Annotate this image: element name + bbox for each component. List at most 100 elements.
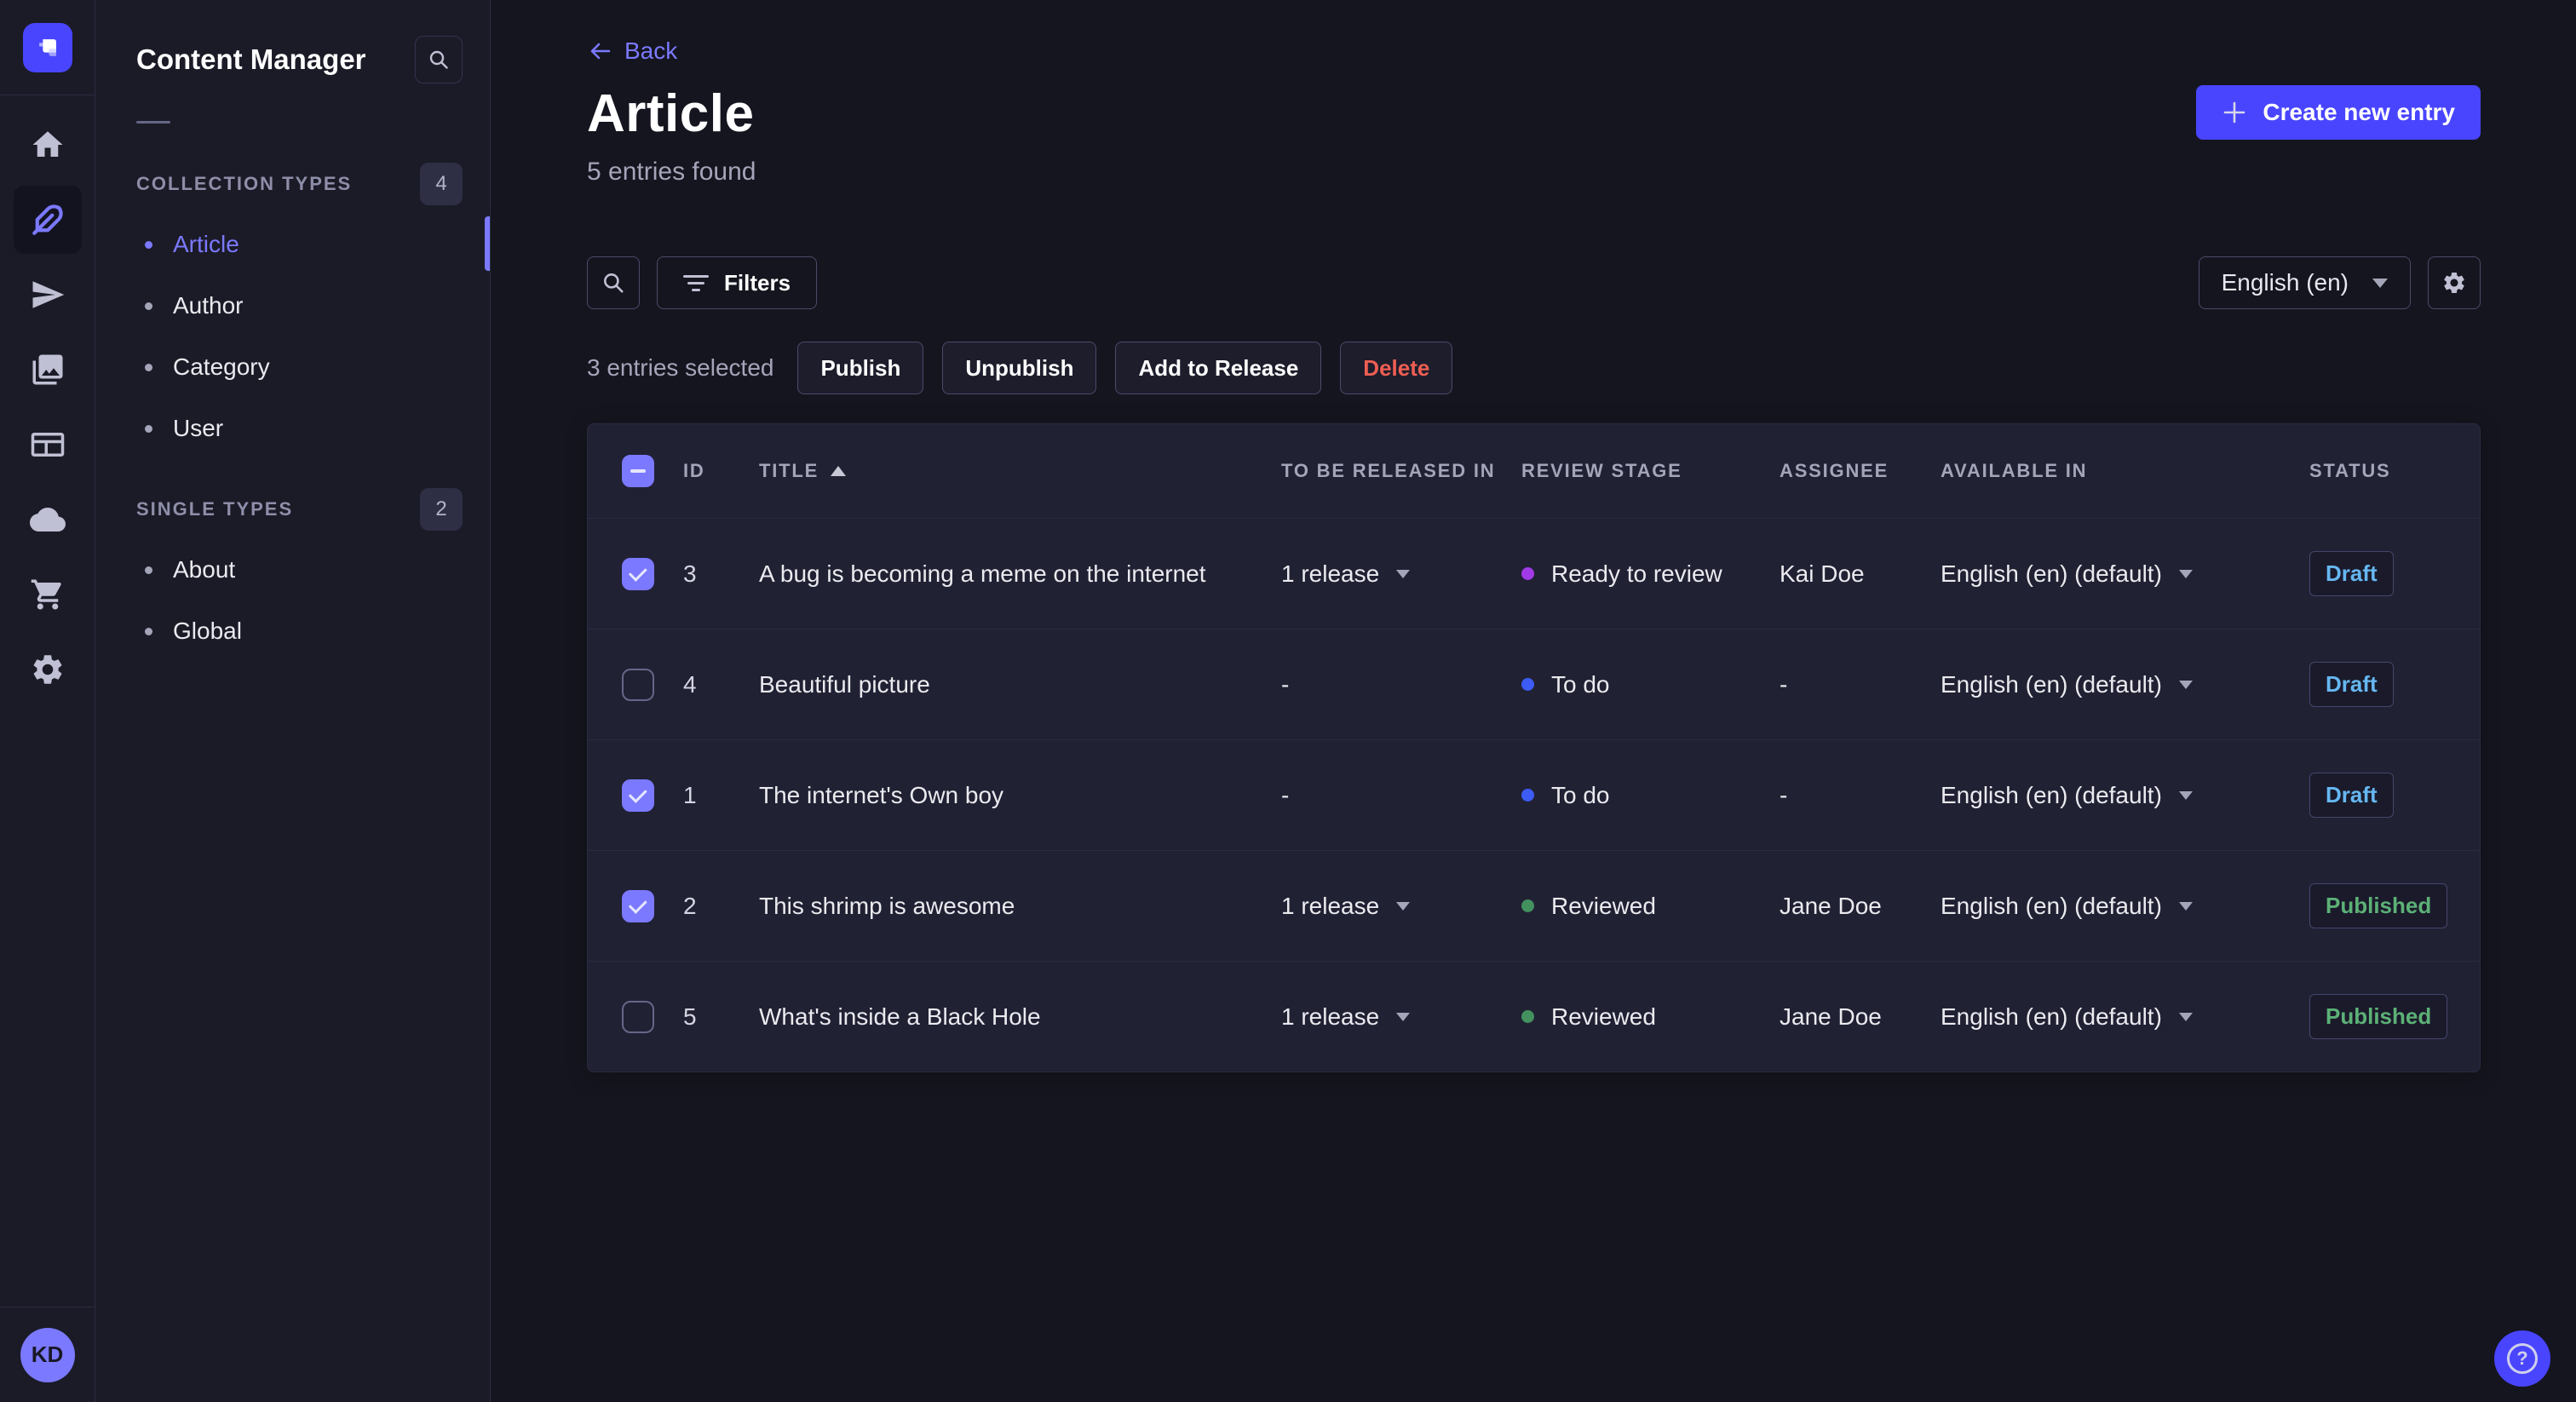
back-link[interactable]: Back bbox=[587, 37, 677, 65]
table-row[interactable]: 2 This shrimp is awesome 1 release Revie… bbox=[588, 850, 2480, 961]
status-badge: Draft bbox=[2309, 662, 2394, 707]
content-type-builder-icon[interactable] bbox=[14, 411, 82, 479]
table-row[interactable]: 5 What's inside a Black Hole 1 release R… bbox=[588, 961, 2480, 1072]
review-stage-dot bbox=[1521, 567, 1534, 580]
chevron-down-icon bbox=[2178, 680, 2193, 689]
chevron-down-icon bbox=[2372, 278, 2388, 288]
cell-id: 5 bbox=[683, 1003, 697, 1030]
row-checkbox[interactable] bbox=[622, 668, 654, 701]
delete-button[interactable]: Delete bbox=[1340, 342, 1453, 394]
sidebar-item-user[interactable]: User bbox=[136, 398, 463, 459]
single-types-list: About Global bbox=[136, 539, 463, 662]
bullet-icon bbox=[145, 566, 152, 574]
cell-id: 1 bbox=[683, 781, 697, 808]
cell-release[interactable]: 1 release bbox=[1281, 1003, 1521, 1031]
entries-count-text: 5 entries found bbox=[587, 158, 756, 186]
active-item-indicator bbox=[485, 216, 490, 271]
cell-available-in[interactable]: English (en) (default) bbox=[1941, 893, 2309, 920]
bullet-icon bbox=[145, 363, 152, 371]
row-checkbox[interactable] bbox=[622, 1000, 654, 1033]
unpublish-button[interactable]: Unpublish bbox=[942, 342, 1097, 394]
sidebar-item-author[interactable]: Author bbox=[136, 275, 463, 336]
cell-review-stage: Ready to review bbox=[1521, 560, 1780, 588]
add-to-release-button[interactable]: Add to Release bbox=[1115, 342, 1322, 394]
rail-nav bbox=[13, 111, 82, 704]
user-avatar[interactable]: KD bbox=[20, 1327, 75, 1382]
chevron-down-icon bbox=[1396, 1012, 1411, 1021]
cell-review-stage: To do bbox=[1521, 782, 1780, 809]
cell-release[interactable]: - bbox=[1281, 782, 1521, 809]
cell-assignee: Jane Doe bbox=[1780, 892, 1882, 919]
sidebar-item-global[interactable]: Global bbox=[136, 600, 463, 662]
cell-assignee: - bbox=[1780, 781, 1788, 808]
rail-bottom: KD bbox=[0, 1307, 95, 1402]
status-badge: Published bbox=[2309, 994, 2448, 1039]
page-title: Article bbox=[587, 84, 755, 143]
cell-title: A bug is becoming a meme on the internet bbox=[759, 560, 1206, 587]
locale-select[interactable]: English (en) bbox=[2198, 256, 2411, 309]
chevron-down-icon bbox=[1396, 569, 1411, 578]
content-manager-icon[interactable] bbox=[13, 186, 82, 254]
table-row[interactable]: 4 Beautiful picture - To do - English (e… bbox=[588, 629, 2480, 739]
cell-assignee: - bbox=[1780, 670, 1788, 698]
selection-bar: 3 entries selected Publish Unpublish Add… bbox=[587, 342, 2481, 394]
cell-available-in[interactable]: English (en) (default) bbox=[1941, 671, 2309, 698]
chevron-down-icon bbox=[2178, 569, 2193, 578]
column-header-status[interactable]: STATUS bbox=[2309, 460, 2459, 482]
view-settings-button[interactable] bbox=[2428, 256, 2481, 309]
sidebar-item-category[interactable]: Category bbox=[136, 336, 463, 398]
table-row[interactable]: 1 The internet's Own boy - To do - Engli… bbox=[588, 739, 2480, 850]
list-toolbar: Filters English (en) bbox=[587, 256, 2481, 309]
home-icon[interactable] bbox=[14, 111, 82, 179]
sidebar-item-article[interactable]: Article bbox=[136, 214, 463, 275]
cell-available-in[interactable]: English (en) (default) bbox=[1941, 782, 2309, 809]
column-header-id[interactable]: ID bbox=[683, 460, 759, 482]
marketplace-cart-icon[interactable] bbox=[14, 560, 82, 629]
nav-rail: KD bbox=[0, 0, 95, 1402]
cell-release[interactable]: - bbox=[1281, 671, 1521, 698]
cell-id: 2 bbox=[683, 892, 697, 919]
search-icon bbox=[604, 273, 624, 293]
question-mark-icon: ? bbox=[2507, 1343, 2538, 1374]
media-library-icon[interactable] bbox=[14, 336, 82, 404]
column-header-title[interactable]: TITLE bbox=[759, 460, 1281, 482]
entries-table: ID TITLE TO BE RELEASED IN REVIEW STAGE … bbox=[587, 423, 2481, 1072]
cell-review-stage: Reviewed bbox=[1521, 1003, 1780, 1031]
bullet-icon bbox=[145, 302, 152, 310]
review-stage-dot bbox=[1521, 1010, 1534, 1023]
chevron-down-icon bbox=[2178, 901, 2193, 911]
help-button[interactable]: ? bbox=[2494, 1330, 2550, 1387]
sidebar-item-about[interactable]: About bbox=[136, 539, 463, 600]
collection-types-count: 4 bbox=[420, 163, 463, 205]
row-checkbox[interactable] bbox=[622, 889, 654, 922]
chevron-down-icon bbox=[2178, 790, 2193, 800]
table-header-row: ID TITLE TO BE RELEASED IN REVIEW STAGE … bbox=[588, 424, 2480, 518]
table-row[interactable]: 3 A bug is becoming a meme on the intern… bbox=[588, 518, 2480, 629]
sidebar-search-button[interactable] bbox=[415, 36, 463, 83]
selection-count-text: 3 entries selected bbox=[587, 354, 774, 381]
row-checkbox[interactable] bbox=[622, 557, 654, 590]
cell-available-in[interactable]: English (en) (default) bbox=[1941, 1003, 2309, 1031]
column-header-assignee[interactable]: ASSIGNEE bbox=[1780, 460, 1941, 482]
logo-area bbox=[0, 0, 95, 95]
releases-icon[interactable] bbox=[14, 261, 82, 329]
select-all-checkbox[interactable] bbox=[622, 455, 654, 487]
cell-title: Beautiful picture bbox=[759, 670, 930, 698]
strapi-logo[interactable] bbox=[22, 22, 72, 72]
cell-release[interactable]: 1 release bbox=[1281, 893, 1521, 920]
sidebar-title: Content Manager bbox=[136, 43, 366, 75]
create-new-entry-button[interactable]: Create new entry bbox=[2196, 85, 2481, 140]
cell-available-in[interactable]: English (en) (default) bbox=[1941, 560, 2309, 588]
settings-gear-icon[interactable] bbox=[14, 635, 82, 704]
chevron-down-icon bbox=[2178, 1012, 2193, 1021]
column-header-available-in[interactable]: AVAILABLE IN bbox=[1941, 460, 2309, 482]
deploy-cloud-icon[interactable] bbox=[14, 486, 82, 554]
table-search-button[interactable] bbox=[587, 256, 640, 309]
filters-button[interactable]: Filters bbox=[657, 256, 818, 309]
column-header-review-stage[interactable]: REVIEW STAGE bbox=[1521, 460, 1780, 482]
cell-id: 3 bbox=[683, 560, 697, 587]
publish-button[interactable]: Publish bbox=[797, 342, 924, 394]
column-header-release[interactable]: TO BE RELEASED IN bbox=[1281, 460, 1521, 482]
cell-release[interactable]: 1 release bbox=[1281, 560, 1521, 588]
row-checkbox[interactable] bbox=[622, 779, 654, 812]
